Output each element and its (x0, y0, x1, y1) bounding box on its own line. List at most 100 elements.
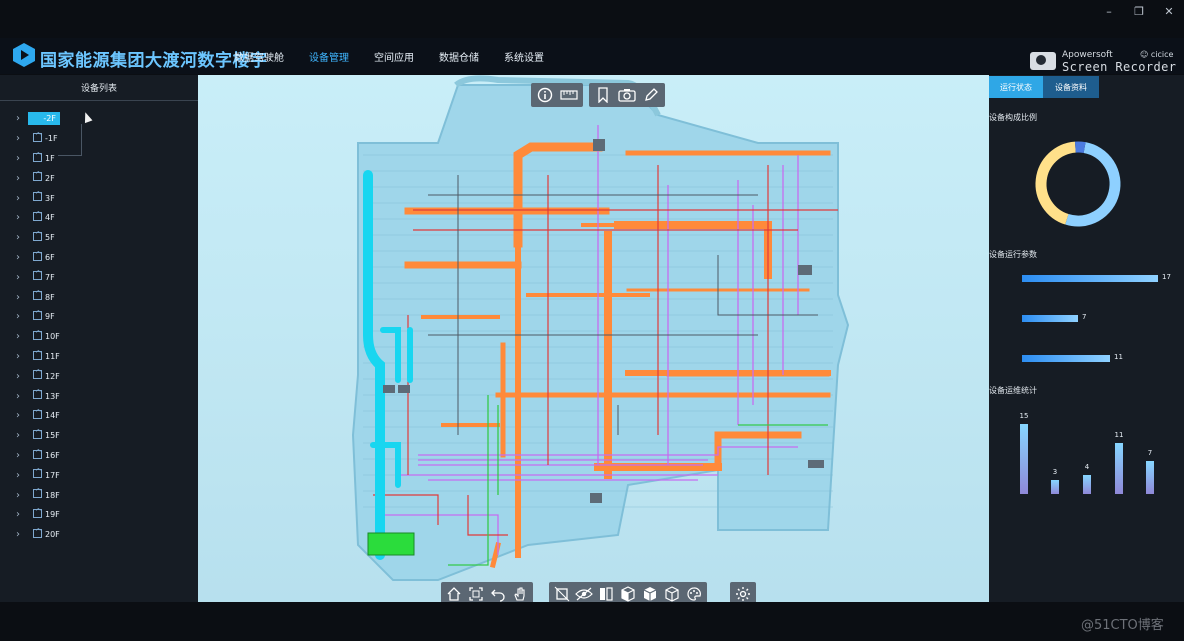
floor-toggle-icon[interactable] (33, 131, 42, 142)
split-icon[interactable] (597, 585, 615, 602)
floor-item[interactable]: › 13F (0, 386, 198, 406)
floor-item[interactable]: › 1F (0, 149, 198, 169)
floor-item[interactable]: › 17F (0, 465, 198, 485)
expand-chevron-icon[interactable]: › (16, 470, 20, 481)
floor-toggle-icon[interactable] (33, 467, 42, 479)
expand-chevron-icon[interactable]: › (16, 351, 20, 362)
expand-chevron-icon[interactable]: › (16, 193, 20, 204)
nav-device-management[interactable]: 设备管理 (309, 49, 349, 64)
floor-toggle-icon[interactable] (33, 190, 42, 202)
expand-chevron-icon[interactable]: › (16, 292, 20, 303)
expand-chevron-icon[interactable]: › (16, 430, 20, 441)
floor-toggle-icon[interactable] (33, 487, 42, 499)
maintenance-column-value: 11 (1114, 431, 1124, 439)
floor-toggle-icon[interactable] (33, 170, 42, 182)
restore-button[interactable]: ❐ (1124, 0, 1154, 22)
close-button[interactable]: ✕ (1154, 0, 1184, 22)
home-icon[interactable] (445, 585, 463, 602)
bookmark-icon[interactable] (594, 86, 612, 104)
floor-toggle-icon[interactable] (33, 428, 42, 439)
settings-icon[interactable] (734, 585, 752, 602)
floor-item[interactable]: › 14F (0, 406, 198, 426)
floor-toggle-icon[interactable] (33, 388, 42, 400)
minimize-button[interactable]: – (1094, 0, 1124, 22)
bim-viewport[interactable] (198, 75, 989, 602)
floor-item[interactable]: › 3F (0, 188, 198, 208)
floor-item[interactable]: › 8F (0, 287, 198, 307)
floor-item[interactable]: › 5F (0, 228, 198, 248)
expand-chevron-icon[interactable]: › (16, 272, 20, 283)
expand-chevron-icon[interactable]: › (16, 450, 20, 461)
undo-icon[interactable] (489, 585, 507, 602)
floor-toggle-icon[interactable] (33, 230, 42, 241)
nav-cockpit[interactable]: 数据驾驶舱 (234, 49, 284, 64)
expand-chevron-icon[interactable]: › (16, 410, 20, 421)
floor-item[interactable]: › 12F (0, 366, 198, 386)
nav-space-app[interactable]: 空间应用 (374, 49, 414, 64)
expand-chevron-icon[interactable]: › (16, 371, 20, 382)
expand-chevron-icon[interactable]: › (16, 113, 20, 124)
floor-toggle-icon[interactable] (33, 527, 42, 538)
fit-icon[interactable] (467, 585, 485, 602)
floor-toggle-icon[interactable] (33, 329, 42, 340)
expand-chevron-icon[interactable]: › (16, 311, 20, 322)
cube-solid-icon[interactable] (641, 585, 659, 602)
tab-device-docs[interactable]: 设备资料 (1043, 76, 1099, 98)
floor-item[interactable]: › 16F (0, 446, 198, 466)
floor-item[interactable]: › -2F (0, 109, 198, 129)
floor-item[interactable]: › 2F (0, 168, 198, 188)
param-bar-row: 7 (1022, 313, 1086, 322)
floor-label: -1F (45, 134, 58, 144)
expand-chevron-icon[interactable]: › (16, 133, 20, 144)
section-icon[interactable] (553, 585, 571, 602)
floor-toggle-icon[interactable] (33, 448, 42, 459)
floor-toggle-icon[interactable] (33, 408, 42, 419)
pencil-icon[interactable] (642, 86, 660, 104)
floor-item[interactable]: › 7F (0, 267, 198, 287)
floor-item[interactable]: › 19F (0, 505, 198, 525)
cube-wire-icon[interactable] (663, 585, 681, 602)
hand-icon[interactable] (511, 585, 529, 602)
floor-item[interactable]: › 9F (0, 307, 198, 327)
floor-toggle-icon[interactable] (33, 289, 42, 301)
floor-item[interactable]: › 18F (0, 485, 198, 505)
expand-chevron-icon[interactable]: › (16, 490, 20, 501)
hide-icon[interactable] (575, 585, 593, 602)
expand-chevron-icon[interactable]: › (16, 391, 20, 402)
floor-toggle-icon[interactable] (33, 210, 42, 221)
info-icon[interactable] (536, 86, 554, 104)
floor-toggle-icon[interactable] (33, 507, 42, 518)
floor-item[interactable]: › 11F (0, 347, 198, 367)
camera-icon[interactable] (618, 86, 636, 104)
building-model[interactable] (198, 75, 989, 602)
user-menu[interactable]: ☺ cicice (1140, 50, 1173, 59)
floor-item[interactable]: › 20F (0, 525, 198, 545)
floor-toggle-icon[interactable] (33, 151, 42, 162)
palette-icon[interactable] (685, 585, 703, 602)
floor-toggle-icon[interactable] (33, 309, 42, 320)
floor-item[interactable]: › -1F (0, 129, 198, 149)
expand-chevron-icon[interactable]: › (16, 252, 20, 263)
floor-item[interactable]: › 15F (0, 426, 198, 446)
floor-item[interactable]: › 10F (0, 327, 198, 347)
ruler-icon[interactable] (560, 86, 578, 104)
floor-toggle-icon[interactable] (33, 368, 42, 380)
expand-chevron-icon[interactable]: › (16, 173, 20, 184)
floor-item[interactable]: › 4F (0, 208, 198, 228)
floor-toggle-icon[interactable] (33, 269, 42, 281)
recorder-name: Screen Recorder (1062, 60, 1177, 74)
floor-item[interactable]: › 6F (0, 248, 198, 268)
expand-chevron-icon[interactable]: › (16, 331, 20, 342)
nav-system-settings[interactable]: 系统设置 (504, 49, 544, 64)
floor-toggle-icon[interactable] (33, 349, 42, 360)
expand-chevron-icon[interactable]: › (16, 232, 20, 243)
expand-chevron-icon[interactable]: › (16, 529, 20, 540)
expand-chevron-icon[interactable]: › (16, 509, 20, 520)
floor-label: 4F (45, 213, 55, 223)
nav-data-warehouse[interactable]: 数据仓储 (439, 49, 479, 64)
expand-chevron-icon[interactable]: › (16, 153, 20, 164)
expand-chevron-icon[interactable]: › (16, 212, 20, 223)
tab-running-status[interactable]: 运行状态 (989, 76, 1043, 98)
cube-front-icon[interactable] (619, 585, 637, 602)
floor-toggle-icon[interactable] (33, 250, 42, 261)
